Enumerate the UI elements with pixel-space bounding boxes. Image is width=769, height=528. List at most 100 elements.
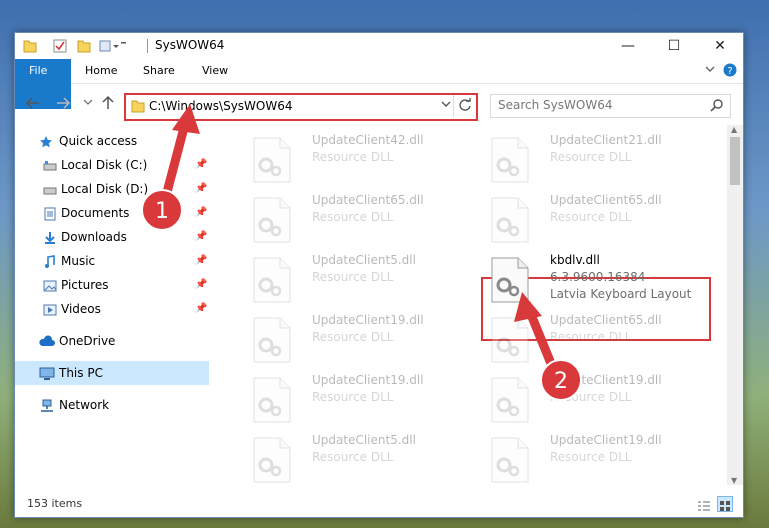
tab-view[interactable]: View (188, 59, 242, 83)
new-folder-icon[interactable] (77, 38, 91, 54)
file-name: UpdateClient19.dll (550, 373, 662, 387)
pin-icon: 📌 (195, 255, 208, 266)
file-item[interactable]: UpdateClient21.dll Resource DLL (475, 131, 695, 183)
file-description: Resource DLL (312, 150, 394, 164)
sidebar-item-label: OneDrive (59, 334, 116, 348)
tab-share[interactable]: Share (129, 59, 189, 83)
file-name: UpdateClient65.dll (312, 193, 424, 207)
address-divider (453, 95, 454, 117)
up-button[interactable] (98, 95, 118, 115)
documents-icon (43, 205, 57, 221)
file-description: Resource DLL (312, 270, 394, 284)
sidebar-item-label: Pictures (61, 278, 109, 292)
folder-icon[interactable] (23, 38, 37, 54)
file-name: UpdateClient19.dll (312, 313, 424, 327)
dll-file-icon (253, 437, 291, 483)
file-item[interactable]: UpdateClient19.dll Resource DLL (237, 371, 457, 423)
address-dropdown-icon[interactable] (440, 98, 452, 113)
expand-ribbon-icon[interactable] (705, 64, 715, 77)
sidebar-item-pictures[interactable]: Pictures 📌 (15, 273, 209, 297)
minimize-button[interactable]: — (605, 33, 651, 59)
file-name: UpdateClient19.dll (312, 373, 424, 387)
sidebar-item-label: Local Disk (D:) (61, 182, 149, 196)
pin-icon: 📌 (195, 303, 208, 314)
dll-file-icon (253, 197, 291, 243)
maximize-button[interactable]: ☐ (651, 33, 697, 59)
customize-toolbar-icon[interactable] (99, 38, 129, 54)
recent-locations-button[interactable] (78, 95, 98, 115)
title-separator (147, 39, 148, 53)
file-item-kbdlv[interactable]: kbdlv.dll 6.3.9600.16384 Latvia Keyboard L… (475, 251, 695, 303)
help-icon[interactable]: ? (723, 63, 737, 80)
sidebar-item-label: Videos (61, 302, 101, 316)
sidebar-item-local-disk-d[interactable]: Local Disk (D:) 📌 (15, 177, 209, 201)
sidebar-item-documents[interactable]: Documents 📌 (15, 201, 209, 225)
sidebar-item-local-disk-c[interactable]: Local Disk (C:) 📌 (15, 153, 209, 177)
file-description: Resource DLL (550, 150, 632, 164)
vertical-scrollbar[interactable]: ▲ ▼ (727, 125, 743, 485)
file-item[interactable]: UpdateClient42.dll Resource DLL (237, 131, 457, 183)
sidebar-item-network[interactable]: Network (15, 393, 209, 417)
dll-file-icon (491, 317, 529, 363)
file-name: UpdateClient19.dll (550, 433, 662, 447)
file-item[interactable]: UpdateClient19.dll Resource DLL (475, 431, 695, 483)
sidebar-item-downloads[interactable]: Downloads 📌 (15, 225, 209, 249)
dll-file-icon (491, 257, 529, 303)
address-path[interactable]: C:\Windows\SysWOW64 (149, 99, 293, 113)
scroll-up-icon[interactable]: ▲ (731, 125, 737, 134)
sidebar-item-videos[interactable]: Videos 📌 (15, 297, 209, 321)
svg-text:?: ? (727, 66, 732, 77)
file-description: Resource DLL (312, 210, 394, 224)
forward-button[interactable] (53, 95, 73, 115)
sidebar-item-label: Music (61, 254, 96, 268)
folder-icon (131, 99, 145, 116)
star-icon (39, 133, 53, 148)
file-description: Resource DLL (312, 450, 394, 464)
scroll-down-icon[interactable]: ▼ (731, 476, 737, 485)
sidebar-item-quick-access[interactable]: Quick access (15, 129, 209, 153)
pin-icon: 📌 (195, 231, 208, 242)
file-name: UpdateClient5.dll (312, 433, 416, 447)
file-description: Resource DLL (312, 330, 394, 344)
large-icons-view-icon[interactable] (717, 496, 733, 512)
properties-icon[interactable] (53, 38, 67, 54)
file-item[interactable]: UpdateClient19.dll Resource DLL (237, 311, 457, 363)
file-item[interactable]: UpdateClient65.dll Resource DLL (475, 311, 695, 363)
scrollbar-thumb[interactable] (730, 137, 740, 185)
pin-icon: 📌 (195, 207, 208, 218)
tab-home[interactable]: Home (71, 59, 131, 83)
videos-icon (43, 301, 57, 316)
sidebar-item-onedrive[interactable]: OneDrive (15, 329, 209, 353)
sidebar-item-label: Quick access (59, 134, 138, 148)
file-description: Resource DLL (550, 210, 632, 224)
sidebar-item-this-pc[interactable]: This PC (15, 361, 209, 385)
search-box[interactable]: Search SysWOW64 (490, 94, 731, 118)
item-count: 153 items (27, 497, 83, 510)
file-name: UpdateClient42.dll (312, 133, 424, 147)
pin-icon: 📌 (195, 183, 208, 194)
drive-icon (43, 181, 57, 195)
file-item[interactable]: UpdateClient5.dll Resource DLL (237, 251, 457, 303)
refresh-icon[interactable] (458, 98, 472, 115)
file-item[interactable]: UpdateClient65.dll Resource DLL (475, 191, 695, 243)
title-bar: SysWOW64 — ☐ ✕ (15, 33, 743, 59)
sidebar-item-label: Downloads (61, 230, 127, 244)
search-placeholder[interactable]: Search SysWOW64 (498, 98, 612, 112)
back-button[interactable] (23, 95, 43, 115)
sidebar-item-music[interactable]: Music 📌 (15, 249, 209, 273)
computer-icon (39, 365, 55, 380)
file-item[interactable]: UpdateClient65.dll Resource DLL (237, 191, 457, 243)
pin-icon: 📌 (195, 279, 208, 290)
file-name: UpdateClient65.dll (550, 193, 662, 207)
file-item[interactable]: UpdateClient19.dll Resource DLL (475, 371, 695, 423)
close-button[interactable]: ✕ (697, 33, 743, 59)
pin-icon: 📌 (195, 159, 208, 170)
status-bar: 153 items (15, 491, 743, 517)
search-icon[interactable] (710, 98, 724, 115)
sidebar-item-label: Local Disk (C:) (61, 158, 148, 172)
file-description: Resource DLL (550, 390, 632, 404)
sidebar-item-label: This PC (59, 366, 103, 380)
details-view-icon[interactable] (697, 497, 711, 517)
address-bar[interactable]: C:\Windows\SysWOW64 (124, 93, 478, 121)
file-item[interactable]: UpdateClient5.dll Resource DLL (237, 431, 457, 483)
